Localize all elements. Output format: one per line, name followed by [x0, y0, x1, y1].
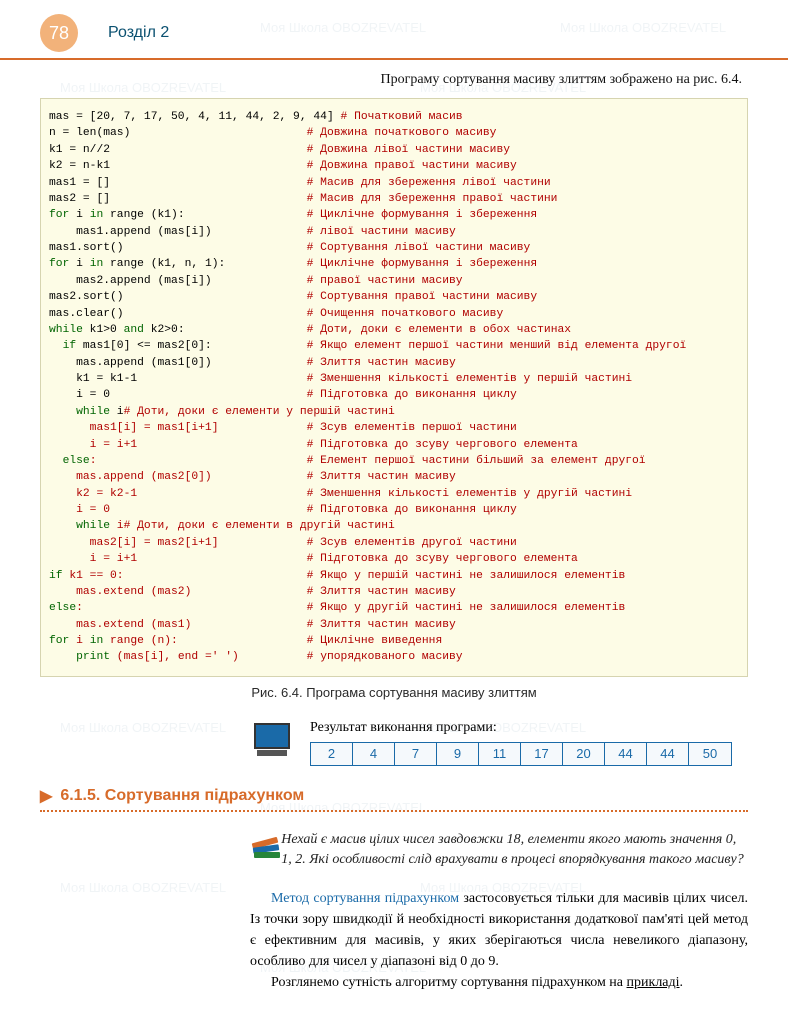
result-cell: 17: [521, 743, 563, 765]
dotted-divider: [40, 810, 748, 812]
result-cell: 4: [353, 743, 395, 765]
books-icon: [250, 834, 267, 864]
result-cell: 7: [395, 743, 437, 765]
intro-text: Програму сортування масиву злиттям зобра…: [40, 72, 742, 88]
result-cell: 9: [437, 743, 479, 765]
result-cell: 50: [689, 743, 731, 765]
result-label: Результат виконання програми:: [310, 720, 732, 736]
underlined-word: прикладі: [627, 975, 680, 990]
section-number: 6.1.5.: [60, 787, 100, 805]
computer-icon: [250, 723, 294, 763]
chapter-title: Розділ 2: [108, 24, 169, 42]
question-block: Нехай є масив цілих чисел завдовжки 18, …: [250, 830, 748, 871]
code-block: mas = [20, 7, 17, 50, 4, 11, 44, 2, 9, 4…: [40, 98, 748, 677]
lead-term: Метод сортування підрахунком: [271, 891, 459, 906]
page-number-badge: 78: [40, 14, 78, 52]
result-cell: 11: [479, 743, 521, 765]
page-header: 78 Розділ 2: [0, 0, 788, 60]
result-cell: 20: [563, 743, 605, 765]
question-text: Нехай є масив цілих чисел завдовжки 18, …: [281, 830, 748, 871]
result-table: 2479111720444450: [310, 742, 732, 766]
result-cell: 44: [605, 743, 647, 765]
result-cell: 2: [311, 743, 353, 765]
body-paragraph: Метод сортування підрахунком застосовуєт…: [250, 888, 748, 993]
figure-caption: Рис. 6.4. Програма сортування масиву зли…: [40, 685, 748, 700]
section-title: Сортування підрахунком: [105, 787, 304, 805]
result-cell: 44: [647, 743, 689, 765]
section-header: ▶ 6.1.5. Сортування підрахунком: [40, 786, 748, 806]
chevron-right-icon: ▶: [40, 786, 52, 806]
